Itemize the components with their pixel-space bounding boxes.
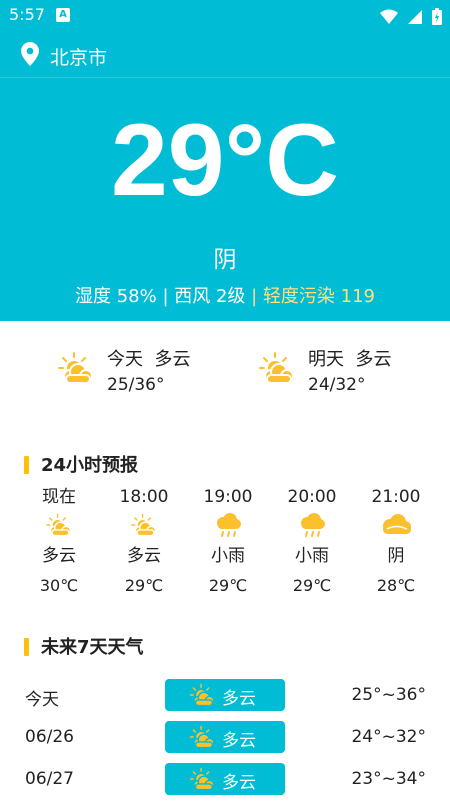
- overview-tomorrow-range: 24/32°: [308, 375, 366, 395]
- wifi-icon: [379, 9, 398, 24]
- current-condition: 阴: [213, 247, 237, 273]
- current-weather-panel: 5:57 A 北京市 29°C 阴 湿度 58% | 西风 2级 | 轻度污染 …: [0, 0, 450, 321]
- hourly-item: 19:00 小雨 29℃: [203, 487, 253, 595]
- notification-icon: A: [56, 8, 70, 22]
- overview-today-title: 今天 多云: [107, 349, 191, 370]
- location-bar[interactable]: 北京市: [0, 30, 450, 78]
- overview-tomorrow-title: 明天 多云: [308, 349, 392, 370]
- status-bar: 5:57 A: [0, 0, 450, 30]
- humidity: 湿度 58%: [74, 286, 157, 307]
- daily-range: 23°~34°: [351, 769, 426, 789]
- city-name[interactable]: 北京市: [50, 43, 107, 70]
- cloud-sun-icon: [189, 767, 215, 791]
- hourly-item: 现在 多云 30℃: [39, 487, 79, 595]
- status-time: 5:57: [9, 5, 45, 24]
- daily-row[interactable]: 今天 多云 25°~36°: [0, 679, 450, 713]
- cloud-sun-icon: [189, 683, 215, 707]
- current-temperature: 29°C: [111, 103, 339, 217]
- daily-condition-button[interactable]: 多云: [165, 679, 285, 711]
- signal-icon: [407, 9, 422, 24]
- status-icons: [376, 6, 442, 25]
- cloud-sun-icon: [259, 352, 294, 384]
- cloud-sun-icon: [131, 513, 156, 537]
- daily-section-title: 未来7天天气: [24, 633, 144, 659]
- section-marker: [24, 638, 29, 656]
- cloud-sun-icon: [46, 513, 71, 537]
- hourly-item: 18:00 多云 29℃: [119, 487, 169, 595]
- overview-today-range: 25/36°: [107, 375, 165, 395]
- daily-range: 24°~32°: [351, 727, 426, 747]
- daily-row[interactable]: 06/27 多云 23°~34°: [0, 763, 450, 797]
- daily-date: 今天: [25, 690, 59, 710]
- battery-icon: [432, 8, 442, 25]
- rain-icon: [217, 513, 241, 537]
- daily-date: 06/27: [25, 769, 74, 789]
- air-quality: | 轻度污染 119: [251, 286, 376, 307]
- hourly-item: 20:00 小雨 29℃: [287, 487, 337, 595]
- wind: | 西风 2级: [162, 286, 246, 307]
- rain-icon: [301, 513, 325, 537]
- daily-condition-button[interactable]: 多云: [165, 763, 285, 795]
- location-pin-icon: [21, 42, 39, 66]
- daily-condition-button[interactable]: 多云: [165, 721, 285, 753]
- cloud-sun-icon: [189, 725, 215, 749]
- cloud-sun-icon: [58, 352, 93, 384]
- daily-row[interactable]: 06/26 多云 24°~32°: [0, 721, 450, 755]
- daily-date: 06/26: [25, 727, 74, 747]
- overcast-icon: [383, 514, 411, 534]
- hourly-section-title: 24小时预报: [24, 451, 138, 477]
- daily-range: 25°~36°: [351, 685, 426, 705]
- current-details: 湿度 58% | 西风 2级 | 轻度污染 119: [0, 282, 450, 308]
- hourly-item: 21:00 阴 28℃: [371, 487, 421, 595]
- section-marker: [24, 456, 29, 474]
